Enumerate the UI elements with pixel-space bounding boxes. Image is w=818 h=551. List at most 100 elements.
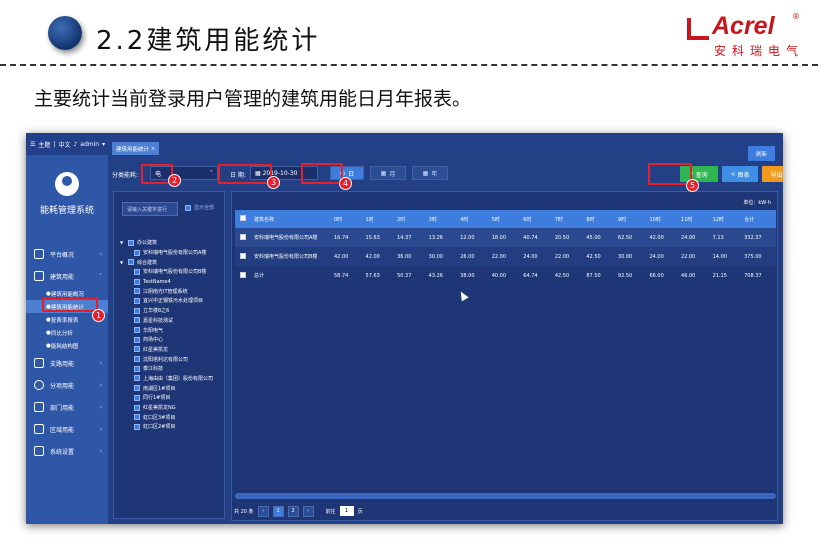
tree-node[interactable]: 立华楼8之6 bbox=[114, 306, 226, 316]
col-header[interactable]: 9时 bbox=[612, 210, 645, 228]
col-header[interactable]: 5时 bbox=[486, 210, 519, 228]
tab-bar: 建筑用能统计 × bbox=[108, 133, 783, 155]
table-cell: 708.37 bbox=[739, 266, 776, 285]
theme-link[interactable]: 主题 bbox=[38, 140, 50, 149]
col-header[interactable]: 7时 bbox=[549, 210, 582, 228]
building-tree-panel: 请输入关键字进行 显示全部 ▼ 办公建筑 安科瑞电气股份有限公司A楼 ▼ 综合建筑 … bbox=[113, 191, 225, 519]
page-button[interactable]: 2 bbox=[287, 505, 299, 517]
tree-search-input[interactable]: 请输入关键字进行 bbox=[122, 202, 178, 216]
export-button[interactable]: 导出⇩ bbox=[762, 166, 783, 182]
col-header[interactable]: 12时 bbox=[707, 210, 740, 228]
select-all-checkbox[interactable] bbox=[235, 210, 249, 228]
horizontal-scrollbar[interactable] bbox=[235, 493, 776, 499]
highlight-box-3 bbox=[218, 164, 272, 184]
tree-node[interactable]: 同行1#项目 bbox=[114, 393, 226, 403]
tree-node[interactable]: 商场中心 bbox=[114, 335, 226, 345]
col-header[interactable]: 8时 bbox=[581, 210, 613, 228]
building-icon bbox=[34, 271, 44, 281]
table-cell: 332.37 bbox=[739, 228, 776, 247]
table-row[interactable]: 安科瑞电气股份有限公司B楼 42.00 42.00 36.00 30.00 26… bbox=[235, 247, 776, 266]
month-toggle[interactable]: ▦ 月 bbox=[370, 166, 406, 180]
table-cell: 21.15 bbox=[707, 266, 740, 285]
tree-node[interactable]: 南湖区1#项目 bbox=[114, 383, 226, 393]
show-all-checkbox[interactable]: 显示全部 bbox=[185, 204, 214, 211]
chevron-down-icon[interactable]: ▾ bbox=[102, 141, 105, 148]
table-cell: 46.00 bbox=[676, 266, 708, 285]
total-count: 共 20 条 bbox=[234, 508, 254, 515]
sidebar-item-overview[interactable]: 平台概况 › bbox=[26, 243, 108, 265]
tree-node[interactable]: 宜兴中正钢铁污水处理项目 bbox=[114, 296, 226, 306]
refresh-button[interactable]: 刷新 bbox=[748, 146, 775, 161]
sidebar-item-building[interactable]: 建筑用能 ˅ bbox=[26, 265, 108, 287]
col-header[interactable]: 建筑名称 bbox=[249, 210, 329, 228]
user-menu[interactable]: admin bbox=[80, 141, 99, 148]
sidebar-sub-yoy[interactable]: ● 同比分析 bbox=[26, 326, 108, 339]
col-header[interactable]: 10时 bbox=[644, 210, 677, 228]
menu-icon[interactable]: ☰ bbox=[30, 141, 35, 148]
tree-node[interactable]: 嘉星科技测试 bbox=[114, 316, 226, 326]
col-header[interactable]: 合计 bbox=[739, 210, 776, 228]
table-cell: 16.74 bbox=[329, 228, 361, 247]
callout-3: 3 bbox=[267, 176, 280, 189]
tree-node[interactable]: TestName4 bbox=[114, 277, 226, 287]
tree-node[interactable]: 上海由由（集团）股份有限公司 bbox=[114, 374, 226, 384]
grid-icon bbox=[34, 424, 44, 434]
app-screenshot: ☰ 主题 | 中文 ♪ admin ▾ 能耗管理系统 平台概况 › 建筑用能 ˅ ●… bbox=[26, 133, 783, 524]
table-cell: 12.00 bbox=[455, 228, 487, 247]
col-header[interactable]: 1时 bbox=[360, 210, 393, 228]
tab-building-stats[interactable]: 建筑用能统计 × bbox=[112, 142, 160, 155]
table-cell: 30.00 bbox=[612, 247, 645, 266]
year-toggle[interactable]: ▦ 年 bbox=[412, 166, 448, 180]
table-row[interactable]: 总计 58.74 57.63 50.37 43.26 38.00 40.00 6… bbox=[235, 266, 776, 285]
next-page-button[interactable]: › bbox=[302, 505, 314, 517]
sidebar-item-branch[interactable]: 支路用能 › bbox=[26, 352, 108, 374]
table-cell: 42.00 bbox=[360, 247, 393, 266]
table-cell: 22.00 bbox=[486, 247, 519, 266]
chart-button[interactable]: < 图表 bbox=[722, 166, 758, 182]
row-checkbox[interactable] bbox=[235, 247, 249, 266]
highlight-box-4 bbox=[301, 163, 343, 184]
col-header[interactable]: 11时 bbox=[676, 210, 708, 228]
tree-node[interactable]: 华阳电气 bbox=[114, 325, 226, 335]
table-cell: 14.37 bbox=[392, 228, 424, 247]
col-header[interactable]: 0时 bbox=[329, 210, 361, 228]
callout-1: 1 bbox=[92, 309, 105, 322]
folder-icon bbox=[34, 402, 44, 412]
tree-node[interactable]: 红星美凯龙 bbox=[114, 345, 226, 355]
tree-node[interactable]: ▼ 综合建筑 bbox=[114, 257, 226, 267]
lang-link[interactable]: 中文 bbox=[58, 140, 70, 149]
table-cell: 40.74 bbox=[518, 228, 550, 247]
row-checkbox[interactable] bbox=[235, 228, 249, 247]
system-name: 能耗管理系统 bbox=[39, 206, 94, 216]
table-row[interactable]: 安科瑞电气股份有限公司A楼 16.74 15.63 14.37 13.26 12… bbox=[235, 228, 776, 247]
col-header[interactable]: 4时 bbox=[455, 210, 487, 228]
tree-node[interactable]: 虹口区3#项目 bbox=[114, 412, 226, 422]
page-button[interactable]: 1 bbox=[272, 505, 284, 517]
tree-node[interactable]: 安科瑞电气股份有限公司B楼 bbox=[114, 267, 226, 277]
col-header[interactable]: 3时 bbox=[423, 210, 456, 228]
tree-node[interactable]: 虹口区2#项目 bbox=[114, 422, 226, 432]
prev-page-button[interactable]: ‹ bbox=[257, 505, 269, 517]
table-cell: 42.00 bbox=[329, 247, 361, 266]
col-header[interactable]: 2时 bbox=[392, 210, 424, 228]
sidebar-sub-structure[interactable]: ● 能耗结构图 bbox=[26, 339, 108, 352]
tree-node[interactable]: 泰江科技 bbox=[114, 364, 226, 374]
row-checkbox[interactable] bbox=[235, 266, 249, 285]
bell-icon[interactable]: ♪ bbox=[73, 141, 77, 148]
tree-node[interactable]: 江阴南光IT管理系统 bbox=[114, 286, 226, 296]
page-jump-input[interactable]: 1 bbox=[339, 506, 354, 516]
tree-node[interactable]: 沈阳塔利达有限公司 bbox=[114, 354, 226, 364]
tree-node[interactable]: 安科瑞电气股份有限公司A楼 bbox=[114, 248, 226, 258]
sidebar-item-category[interactable]: 分项用能 › bbox=[26, 374, 108, 396]
sidebar-item-settings[interactable]: 系统设置 › bbox=[26, 440, 108, 462]
avatar[interactable] bbox=[55, 172, 79, 196]
table-cell: 26.00 bbox=[455, 247, 487, 266]
tree-node[interactable]: ▼ 办公建筑 bbox=[114, 238, 226, 248]
col-header[interactable]: 6时 bbox=[518, 210, 550, 228]
goto-label: 前往 bbox=[325, 508, 336, 515]
table-cell: 24.00 bbox=[644, 247, 677, 266]
sidebar-item-area[interactable]: 区域用能 › bbox=[26, 418, 108, 440]
sidebar-item-department[interactable]: 部门用能 › bbox=[26, 396, 108, 418]
table-cell: 7.13 bbox=[707, 228, 740, 247]
tree-node[interactable]: 红星美凯龙NG bbox=[114, 403, 226, 413]
